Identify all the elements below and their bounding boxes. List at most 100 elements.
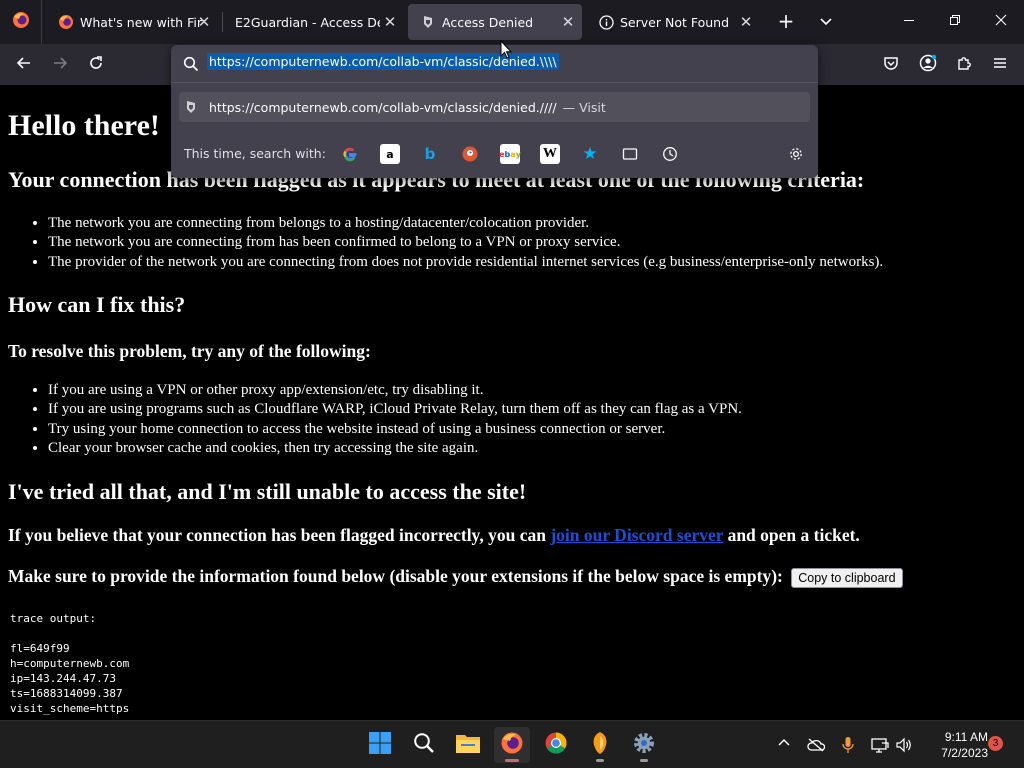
list-all-tabs-button[interactable]	[812, 8, 840, 36]
criteria-list: The network you are connecting from belo…	[48, 214, 883, 272]
trace-output: trace output: fl=649f99 h=computernewb.c…	[10, 612, 130, 715]
pocket-icon	[883, 55, 899, 75]
collab-vm-icon	[183, 99, 199, 115]
list-item: If you are using programs such as Cloudf…	[48, 400, 742, 419]
tab-label: What's new with Firefox	[80, 14, 202, 30]
gear-icon	[632, 731, 656, 759]
start-button[interactable]	[362, 727, 398, 763]
onedrive-icon[interactable]	[806, 735, 826, 755]
search-icon	[183, 56, 199, 72]
notification-count-badge[interactable]: 3	[988, 736, 1003, 751]
minimize-button[interactable]	[886, 0, 932, 44]
list-item: The provider of the network you are conn…	[48, 253, 883, 272]
tab-label: E2Guardian - Access Denied	[235, 14, 380, 30]
firefox-view-button[interactable]	[0, 0, 42, 44]
history-icon[interactable]	[660, 144, 680, 164]
settings-taskbar-button[interactable]	[626, 727, 662, 763]
tab-whats-new[interactable]: What's new with Firefox ✕	[46, 4, 218, 40]
forward-button[interactable]	[45, 50, 75, 80]
close-tab-icon[interactable]: ✕	[560, 14, 576, 30]
list-item: If you are using a VPN or other proxy ap…	[48, 381, 742, 400]
clock-date: 7/2/2023	[941, 746, 988, 760]
show-hidden-icons-button[interactable]	[774, 735, 794, 755]
copy-to-clipboard-button[interactable]: Copy to clipboard	[791, 567, 903, 588]
account-button[interactable]	[913, 50, 943, 80]
tab-access-denied[interactable]: Access Denied ✕	[408, 4, 582, 40]
search-settings-gear-icon[interactable]	[786, 144, 806, 164]
app-menu-button[interactable]	[985, 50, 1015, 80]
list-item: Try using your home connection to access…	[48, 420, 742, 439]
reload-icon	[88, 55, 104, 75]
tabs-icon[interactable]	[620, 144, 640, 164]
fl-studio-icon	[588, 731, 612, 759]
flagged-text: If you believe that your connection has …	[8, 525, 551, 545]
plus-icon: +	[777, 9, 795, 33]
bookmarks-star-icon[interactable]: ★	[580, 144, 600, 164]
chevron-down-icon	[819, 13, 833, 32]
ebay-icon[interactable]: ebay	[499, 144, 521, 164]
new-tab-button[interactable]: +	[772, 8, 800, 36]
search-button[interactable]	[406, 727, 442, 763]
pocket-button[interactable]	[876, 50, 906, 80]
duckduckgo-icon[interactable]	[460, 144, 480, 164]
restore-button[interactable]	[932, 0, 978, 44]
tab-e2guardian[interactable]: E2Guardian - Access Denied ✕	[224, 4, 404, 40]
result-action: — Visit	[562, 99, 606, 115]
tab-label: Access Denied	[442, 14, 534, 30]
page-content: Hello there! Your connection has been fl…	[0, 85, 1024, 720]
microphone-icon[interactable]	[838, 735, 858, 755]
firefox-icon	[58, 14, 74, 30]
address-input[interactable]: https://computernewb.com/collab-vm/class…	[207, 53, 767, 74]
file-explorer-button[interactable]	[450, 727, 486, 763]
page-heading: Hello there!	[8, 109, 160, 142]
taskbar: 9:11 AM 7/2/2023	[0, 720, 1024, 768]
provide-info-paragraph: Make sure to provide the information fou…	[8, 566, 903, 588]
search-icon	[413, 732, 435, 758]
restore-icon	[949, 14, 961, 30]
close-icon	[995, 14, 1007, 30]
collab-vm-icon	[420, 14, 436, 30]
list-item: The network you are connecting from belo…	[48, 214, 883, 233]
tab-strip: What's new with Firefox ✕ E2Guardian - A…	[0, 0, 1024, 44]
flagged-text-end: and open a ticket.	[723, 525, 860, 545]
bing-icon[interactable]: b	[420, 144, 440, 164]
back-button[interactable]	[9, 50, 39, 80]
close-tab-icon[interactable]: ✕	[382, 14, 398, 30]
autocomplete-result[interactable]: https://computernewb.com/collab-vm/class…	[179, 92, 810, 122]
clock[interactable]: 9:11 AM 7/2/2023	[918, 729, 988, 761]
chevron-up-icon	[778, 737, 790, 753]
tab-server-not-found[interactable]: Server Not Found ✕	[586, 4, 760, 40]
tried-heading: I've tried all that, and I'm still unabl…	[8, 479, 527, 504]
reload-button[interactable]	[81, 50, 111, 80]
close-tab-icon[interactable]: ✕	[738, 14, 754, 30]
chrome-icon	[544, 731, 568, 759]
clock-time: 9:11 AM	[944, 730, 988, 744]
chrome-taskbar-button[interactable]	[538, 727, 574, 763]
puzzle-icon	[956, 55, 972, 75]
close-window-button[interactable]	[978, 0, 1024, 44]
network-icon[interactable]	[870, 735, 890, 755]
firefox-icon	[500, 731, 524, 759]
close-tab-icon[interactable]: ✕	[196, 14, 212, 30]
address-bar-popup: https://computernewb.com/collab-vm/class…	[171, 45, 818, 178]
search-with-label: This time, search with:	[184, 146, 326, 161]
fl-studio-taskbar-button[interactable]	[582, 727, 618, 763]
tab-divider	[222, 12, 223, 32]
extensions-button[interactable]	[949, 50, 979, 80]
list-item: Clear your browser cache and cookies, th…	[48, 439, 742, 458]
volume-icon[interactable]	[894, 735, 914, 755]
discord-link[interactable]: join our Discord server	[550, 525, 723, 545]
minimize-icon	[903, 14, 915, 30]
firefox-icon	[12, 11, 30, 33]
google-icon[interactable]	[340, 144, 360, 164]
list-item: The network you are connecting from has …	[48, 233, 883, 252]
result-url: https://computernewb.com/collab-vm/class…	[209, 99, 557, 115]
firefox-taskbar-button[interactable]	[494, 727, 530, 763]
folder-icon	[455, 732, 481, 758]
amazon-icon[interactable]: a	[380, 144, 400, 164]
arrow-left-icon	[16, 55, 32, 75]
info-icon	[598, 14, 614, 30]
windows-icon	[368, 731, 392, 759]
wikipedia-icon[interactable]: W	[540, 144, 560, 164]
account-icon	[919, 54, 937, 76]
